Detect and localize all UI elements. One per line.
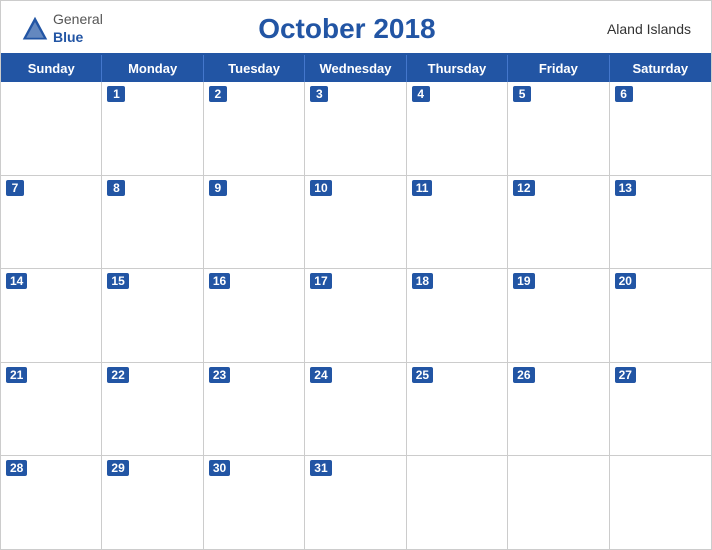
week-row: 21 22 23 24 25 26 27	[1, 363, 711, 457]
logo-area: General Blue	[21, 11, 103, 47]
day-cell: 14	[1, 269, 102, 362]
day-cell: 3	[305, 82, 406, 175]
day-cell	[508, 456, 609, 549]
day-cell: 21	[1, 363, 102, 456]
day-cell: 20	[610, 269, 711, 362]
header-sunday: Sunday	[1, 55, 102, 82]
month-title: October 2018	[103, 13, 591, 45]
day-cell: 23	[204, 363, 305, 456]
week-row: 28 29 30 31	[1, 456, 711, 549]
logo-general-text: General Blue	[53, 11, 103, 47]
day-cell: 28	[1, 456, 102, 549]
header-saturday: Saturday	[610, 55, 711, 82]
region-label: Aland Islands	[591, 21, 691, 37]
day-cell: 7	[1, 176, 102, 269]
day-cell: 25	[407, 363, 508, 456]
day-cell: 22	[102, 363, 203, 456]
header-monday: Monday	[102, 55, 203, 82]
day-cell: 13	[610, 176, 711, 269]
day-cell: 17	[305, 269, 406, 362]
day-cell: 29	[102, 456, 203, 549]
day-cell: 31	[305, 456, 406, 549]
weeks-container: 1 2 3 4 5 6 7 8 9 10 11 12 13 14 15 16	[1, 82, 711, 549]
day-cell	[1, 82, 102, 175]
day-cell	[610, 456, 711, 549]
day-headers-row: Sunday Monday Tuesday Wednesday Thursday…	[1, 55, 711, 82]
day-cell: 4	[407, 82, 508, 175]
day-cell: 2	[204, 82, 305, 175]
logo-general-label: General	[53, 11, 103, 27]
day-cell: 8	[102, 176, 203, 269]
day-cell: 24	[305, 363, 406, 456]
day-cell: 27	[610, 363, 711, 456]
day-cell: 11	[407, 176, 508, 269]
week-row: 14 15 16 17 18 19 20	[1, 269, 711, 363]
calendar-header: General Blue October 2018 Aland Islands	[1, 1, 711, 53]
day-cell	[407, 456, 508, 549]
day-cell: 10	[305, 176, 406, 269]
day-cell: 19	[508, 269, 609, 362]
day-cell: 9	[204, 176, 305, 269]
calendar-container: General Blue October 2018 Aland Islands …	[0, 0, 712, 550]
day-cell: 30	[204, 456, 305, 549]
day-cell: 16	[204, 269, 305, 362]
week-row: 1 2 3 4 5 6	[1, 82, 711, 176]
day-cell: 15	[102, 269, 203, 362]
day-cell: 18	[407, 269, 508, 362]
day-cell: 6	[610, 82, 711, 175]
day-cell: 1	[102, 82, 203, 175]
header-thursday: Thursday	[407, 55, 508, 82]
header-friday: Friday	[508, 55, 609, 82]
header-wednesday: Wednesday	[305, 55, 406, 82]
generalblue-logo-icon	[21, 15, 49, 43]
day-cell: 12	[508, 176, 609, 269]
logo-blue-label: Blue	[53, 29, 83, 45]
calendar-grid: Sunday Monday Tuesday Wednesday Thursday…	[1, 53, 711, 549]
header-tuesday: Tuesday	[204, 55, 305, 82]
day-cell: 5	[508, 82, 609, 175]
week-row: 7 8 9 10 11 12 13	[1, 176, 711, 270]
day-cell: 26	[508, 363, 609, 456]
